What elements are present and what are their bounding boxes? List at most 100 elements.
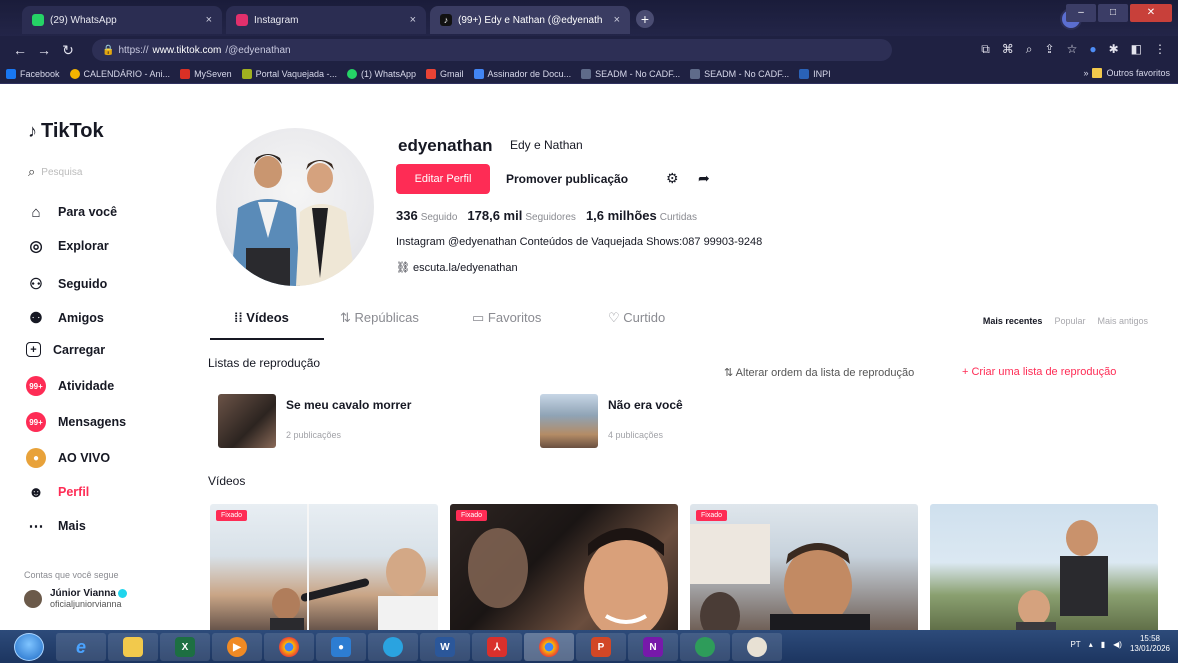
search-input[interactable]: ⌕ Pesquisa <box>28 164 82 180</box>
playlist-card[interactable]: Se meu cavalo morrer 2 publicações <box>218 394 411 448</box>
create-playlist-button[interactable]: + Criar uma lista de reprodução <box>962 366 1116 378</box>
sidebar-item-carregar[interactable]: + Carregar <box>26 342 105 357</box>
address-bar[interactable]: 🔒 https://www.tiktok.com/@edyenathan <box>92 39 892 61</box>
sidepanel-icon[interactable]: ◧ <box>1131 42 1142 57</box>
tab-close-icon[interactable]: × <box>614 14 620 26</box>
reload-icon[interactable]: ↻ <box>56 42 80 59</box>
profile-link[interactable]: ⛓ escuta.la/edyenathan <box>396 261 518 274</box>
edit-profile-button[interactable]: Editar Perfil <box>396 164 490 194</box>
sidebar-item-perfil[interactable]: ☻ Perfil <box>26 482 89 502</box>
tab-instagram[interactable]: Instagram × <box>226 6 426 34</box>
taskbar-chrome-active[interactable] <box>524 633 574 661</box>
sort-recent[interactable]: Mais recentes <box>983 316 1043 326</box>
zoom-icon[interactable]: ⌕ <box>1026 42 1033 57</box>
reorder-playlists-button[interactable]: ⇅ Alterar ordem da lista de reprodução <box>724 366 914 379</box>
tab-republicas[interactable]: ⇅ Repúblicas <box>340 310 419 326</box>
taskbar-ie[interactable]: e <box>56 633 106 661</box>
bookmark-portal-vaquejada[interactable]: Portal Vaquejada -... <box>241 68 337 79</box>
taskbar-app[interactable] <box>680 633 730 661</box>
taskbar-explorer[interactable] <box>108 633 158 661</box>
tab-favoritos[interactable]: ▭ Favoritos <box>472 310 541 326</box>
sort-popular[interactable]: Popular <box>1054 316 1085 326</box>
maximize-button[interactable]: □ <box>1098 4 1128 22</box>
tab-whatsapp[interactable]: (29) WhatsApp × <box>22 6 222 34</box>
new-tab-button[interactable]: + <box>636 10 654 28</box>
bookmarks-other-folder[interactable]: » Outros favoritos <box>1083 68 1170 78</box>
tab-tiktok[interactable]: ♪ (99+) Edy e Nathan (@edyenath × <box>430 6 630 34</box>
tray-arrow-icon[interactable]: ▴ <box>1089 640 1093 649</box>
sidebar-item-mensagens[interactable]: 99+ Mensagens <box>26 412 126 432</box>
start-button[interactable] <box>14 633 44 661</box>
profile-main: edyenathan Edy e Nathan Editar Perfil Pr… <box>196 84 1178 634</box>
taskbar-media[interactable]: ▶ <box>212 633 262 661</box>
share-icon[interactable]: ➦ <box>698 170 710 187</box>
menu-kebab-icon[interactable]: ⋮ <box>1154 42 1166 57</box>
video-card[interactable]: Fixado <box>450 504 678 634</box>
sidebar-item-mais[interactable]: ⋯ Mais <box>26 516 86 536</box>
taskbar-powerpoint[interactable]: P <box>576 633 626 661</box>
promote-post-button[interactable]: Promover publicação <box>506 172 628 186</box>
share-page-icon[interactable]: ⇪ <box>1045 42 1055 57</box>
install-icon[interactable]: ⧉ <box>981 42 990 57</box>
video-card[interactable]: Fixado <box>210 504 438 634</box>
followers-stat[interactable]: 178,6 mil Seguidores <box>467 208 576 223</box>
forward-icon[interactable]: → <box>32 42 56 58</box>
network-icon[interactable]: ▮ <box>1101 640 1105 649</box>
playlist-thumbnail <box>218 394 276 448</box>
tab-videos[interactable]: ⁞⁞ Vídeos <box>234 310 289 325</box>
browser-toolbar: ← → ↻ 🔒 https://www.tiktok.com/@edyenath… <box>0 36 1178 64</box>
video-card[interactable] <box>930 504 1158 634</box>
sort-oldest[interactable]: Mais antigos <box>1097 316 1148 326</box>
bookmark-calendario[interactable]: CALENDÁRIO - Ani... <box>69 68 170 79</box>
bookmark-inpi[interactable]: INPI <box>799 68 831 79</box>
playlist-name: Não era você <box>608 398 683 412</box>
tab-curtido[interactable]: ♡ Curtido <box>608 310 665 326</box>
tab-close-icon[interactable]: × <box>206 14 212 26</box>
sidebar-item-atividade[interactable]: 99+ Atividade <box>26 376 114 396</box>
close-window-button[interactable]: ✕ <box>1130 4 1172 22</box>
playlist-card[interactable]: Não era você 4 publicações <box>540 394 683 448</box>
followed-account[interactable]: Júnior Vianna oficialjuniorvianna <box>24 588 127 609</box>
taskbar-app[interactable] <box>368 633 418 661</box>
sidebar-item-explorar[interactable]: ◎ Explorar <box>26 236 108 256</box>
profile-avatar[interactable] <box>216 128 374 286</box>
taskbar-excel[interactable]: X <box>160 633 210 661</box>
extension-icon[interactable]: ● <box>1089 42 1096 57</box>
sidebar-item-amigos[interactable]: ⚉ Amigos <box>26 308 104 328</box>
taskbar-paint[interactable] <box>732 633 782 661</box>
clock[interactable]: 15:58 13/01/2026 <box>1130 634 1170 654</box>
taskbar-app[interactable]: ● <box>316 633 366 661</box>
language-indicator[interactable]: PT <box>1070 640 1080 649</box>
bookmarks-overflow-icon[interactable]: » <box>1083 68 1088 78</box>
video-card[interactable]: Fixado <box>690 504 918 634</box>
taskbar-word[interactable]: W <box>420 633 470 661</box>
settings-gear-icon[interactable]: ⚙ <box>666 170 679 187</box>
sidebar-item-para-voce[interactable]: ⌂ Para você <box>26 202 117 222</box>
bookmark-seadm-1[interactable]: SEADM - No CADF... <box>581 68 680 79</box>
friends-icon: ⚉ <box>29 310 43 327</box>
sidebar-item-ao-vivo[interactable]: ● AO VIVO <box>26 448 110 468</box>
translate-icon[interactable]: ⌘ <box>1002 42 1014 57</box>
extensions-puzzle-icon[interactable]: ✱ <box>1109 42 1119 57</box>
sidebar-item-seguido[interactable]: ⚇ Seguido <box>26 274 107 294</box>
following-count: 336 <box>396 208 418 223</box>
taskbar-chrome[interactable] <box>264 633 314 661</box>
tiktok-logo[interactable]: ♪ TikTok <box>28 120 104 143</box>
taskbar-onenote[interactable]: N <box>628 633 678 661</box>
bookmark-myseven[interactable]: MySeven <box>180 68 232 79</box>
tab-close-icon[interactable]: × <box>410 14 416 26</box>
followed-account-info: Júnior Vianna oficialjuniorvianna <box>50 588 127 609</box>
bookmark-star-icon[interactable]: ☆ <box>1067 42 1078 57</box>
minimize-button[interactable]: – <box>1066 4 1096 22</box>
bookmark-facebook[interactable]: Facebook <box>6 68 60 79</box>
following-stat[interactable]: 336 Seguido <box>396 208 457 223</box>
sidebar-item-label: Para você <box>58 205 118 219</box>
sidebar-item-label: Atividade <box>58 379 115 393</box>
bookmark-gmail[interactable]: Gmail <box>426 68 464 79</box>
taskbar-acrobat[interactable]: ⅄ <box>472 633 522 661</box>
bookmark-seadm-2[interactable]: SEADM - No CADF... <box>690 68 789 79</box>
bookmark-assinador[interactable]: Assinador de Docu... <box>473 68 571 79</box>
volume-icon[interactable]: ◀) <box>1113 640 1122 649</box>
back-icon[interactable]: ← <box>8 42 32 58</box>
bookmark-whatsapp[interactable]: (1) WhatsApp <box>346 68 416 79</box>
